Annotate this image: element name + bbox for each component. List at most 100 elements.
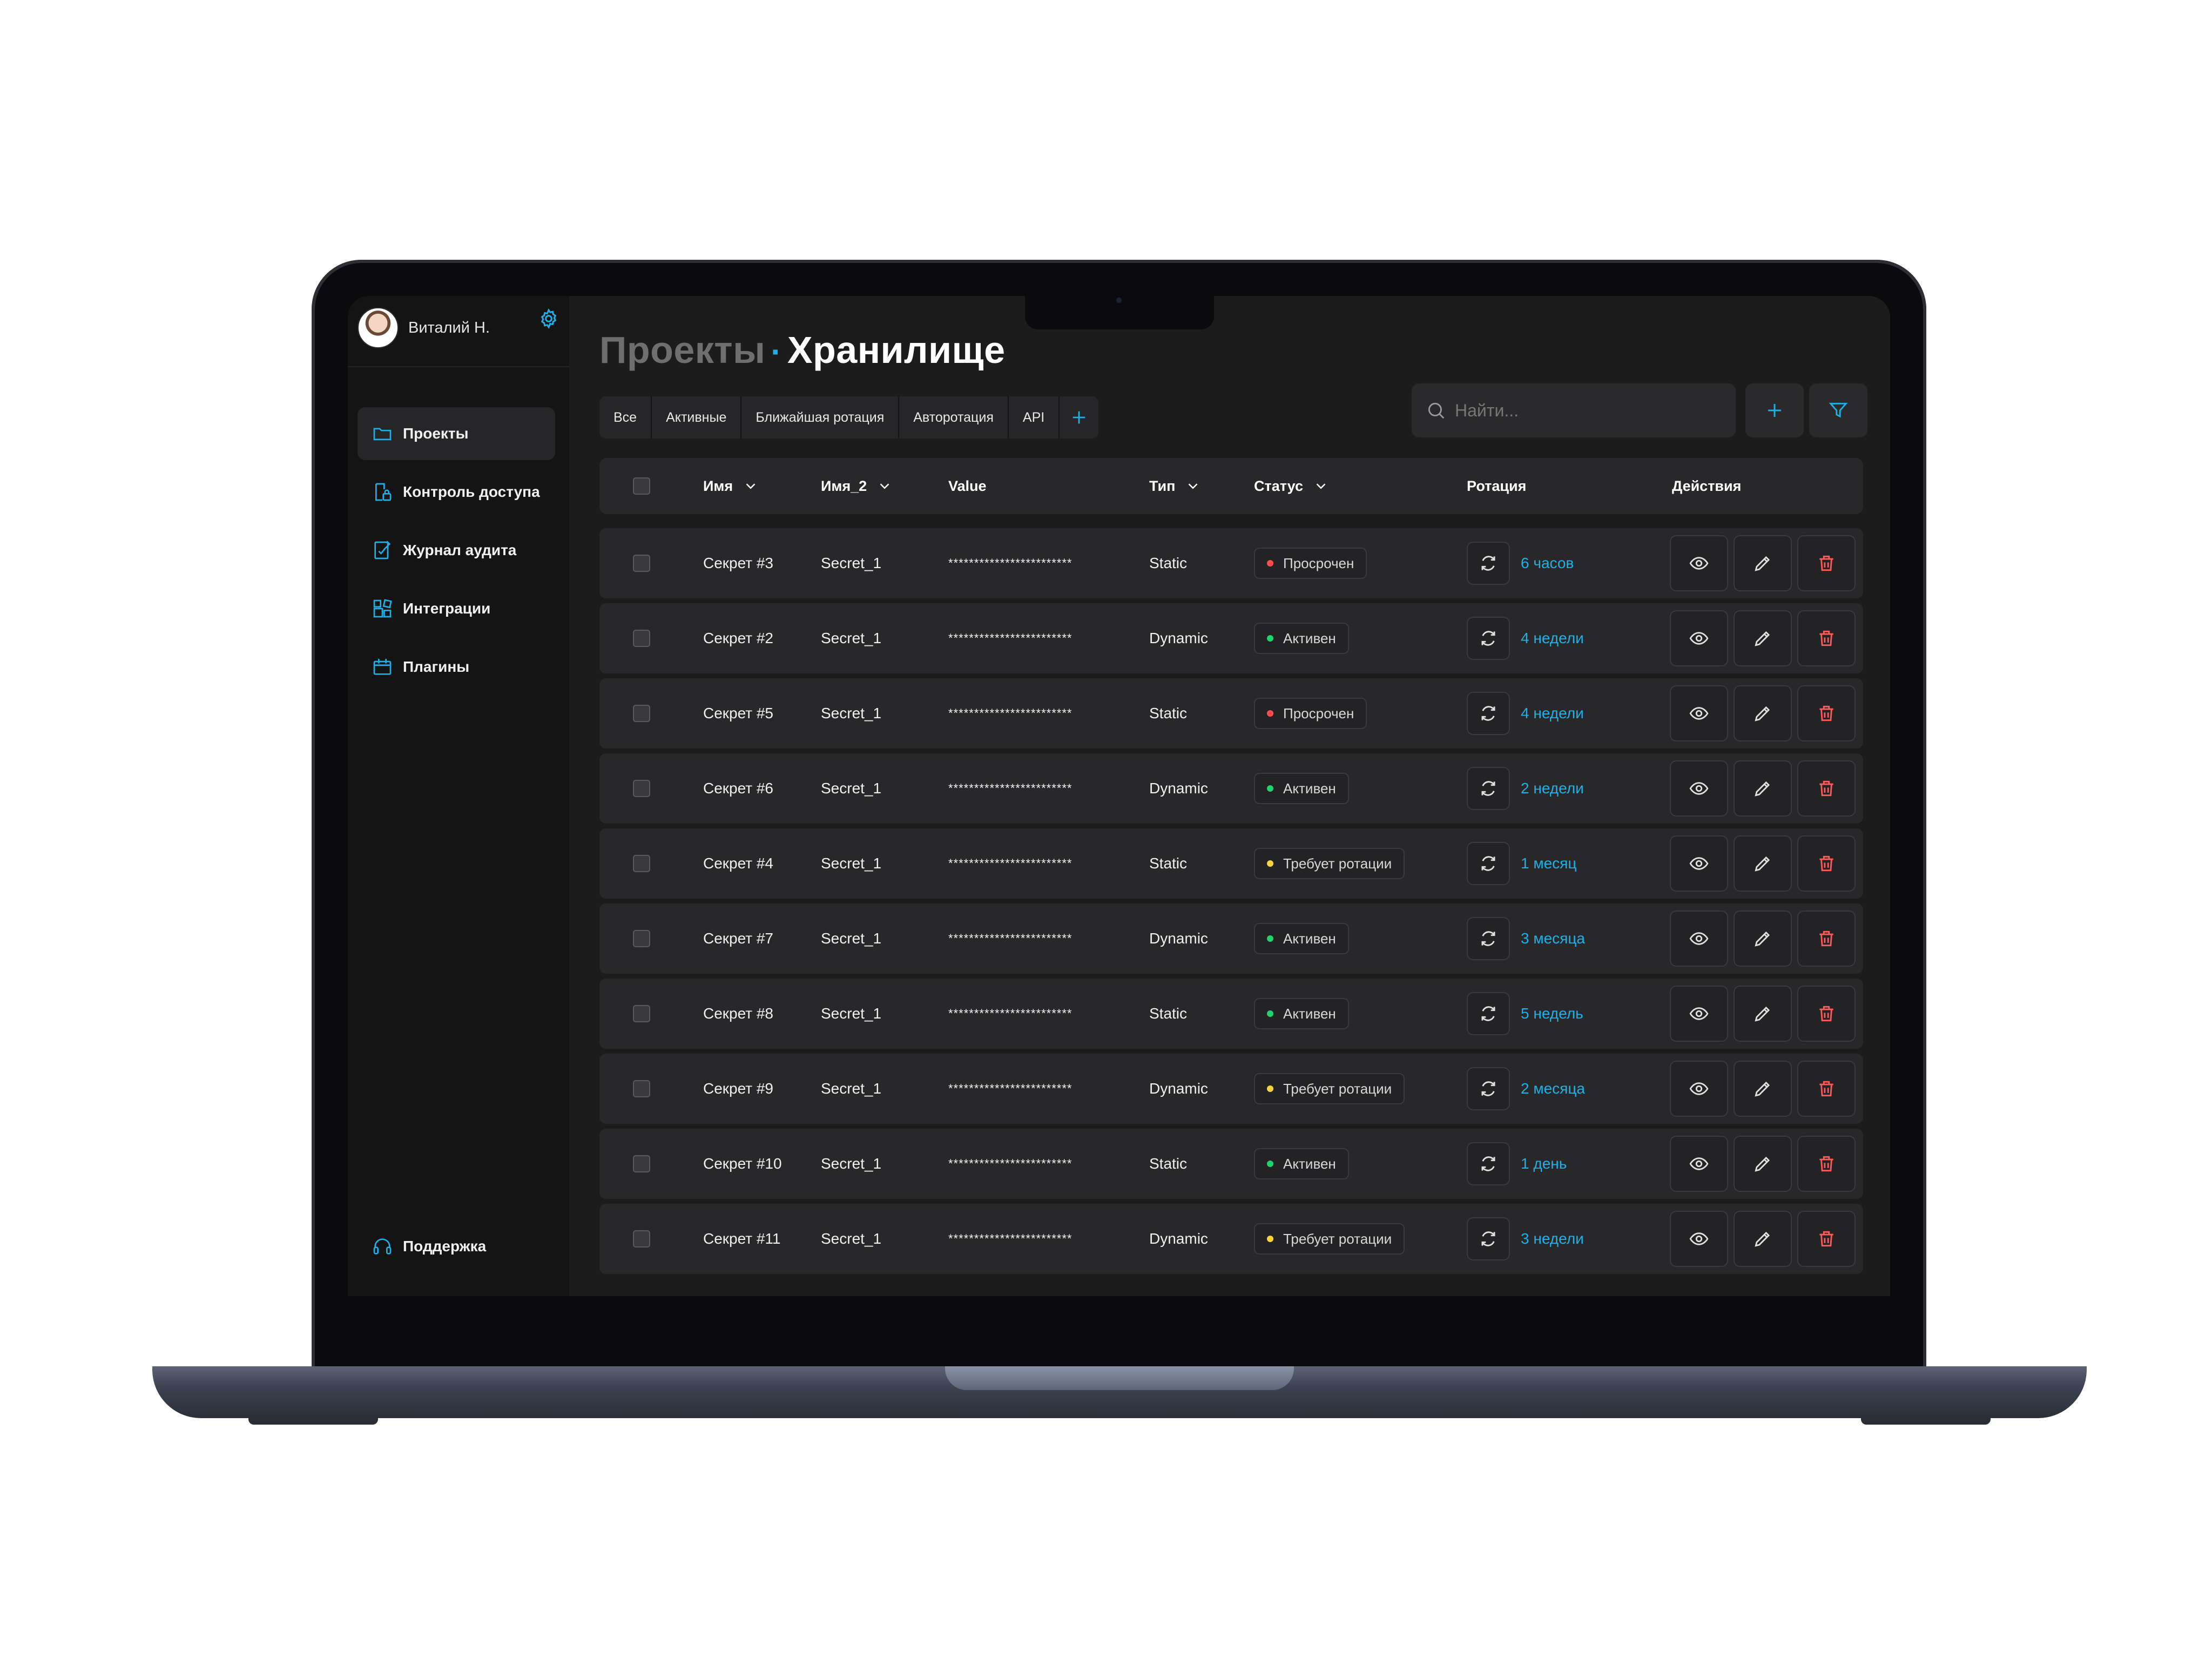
- edit-button[interactable]: [1734, 1211, 1792, 1267]
- view-button[interactable]: [1670, 760, 1728, 817]
- table-row[interactable]: Секрет #10 Secret_1 **********************…: [599, 1129, 1863, 1199]
- rotate-button[interactable]: [1467, 1142, 1510, 1185]
- edit-button[interactable]: [1734, 685, 1792, 741]
- rotate-button[interactable]: [1467, 917, 1510, 960]
- row-checkbox[interactable]: [633, 630, 650, 647]
- sidebar-item-support[interactable]: Поддержка: [372, 1236, 486, 1257]
- delete-button[interactable]: [1797, 835, 1856, 892]
- user-profile[interactable]: Виталий Н.: [358, 307, 563, 348]
- rotate-button[interactable]: [1467, 1217, 1510, 1260]
- rotation-period[interactable]: 4 недели: [1521, 630, 1584, 647]
- delete-button[interactable]: [1797, 610, 1856, 666]
- view-button[interactable]: [1670, 685, 1728, 741]
- rotate-button[interactable]: [1467, 767, 1510, 810]
- sidebar-item-audit-log[interactable]: Журнал аудита: [358, 524, 555, 577]
- view-button[interactable]: [1670, 986, 1728, 1042]
- row-checkbox[interactable]: [633, 1155, 650, 1172]
- row-checkbox[interactable]: [633, 855, 650, 872]
- integrations-icon: [373, 599, 392, 618]
- sidebar-item-integrations[interactable]: Интеграции: [358, 582, 555, 635]
- sidebar-item-plugins[interactable]: Плагины: [358, 640, 555, 693]
- view-button[interactable]: [1670, 835, 1728, 892]
- edit-button[interactable]: [1734, 911, 1792, 967]
- edit-button[interactable]: [1734, 835, 1792, 892]
- view-button[interactable]: [1670, 1061, 1728, 1117]
- tab-api[interactable]: API: [1008, 396, 1060, 439]
- row-select-cell: [633, 603, 650, 673]
- row-checkbox[interactable]: [633, 930, 650, 947]
- edit-button[interactable]: [1734, 1136, 1792, 1192]
- rotation-period[interactable]: 2 недели: [1521, 780, 1584, 797]
- add-tab-button[interactable]: [1060, 396, 1099, 439]
- table-row[interactable]: Секрет #3 Secret_1 ***********************…: [599, 528, 1863, 598]
- delete-button[interactable]: [1797, 760, 1856, 817]
- tab-all[interactable]: Все: [599, 396, 652, 439]
- rotation-period[interactable]: 1 день: [1521, 1155, 1567, 1172]
- delete-button[interactable]: [1797, 535, 1856, 591]
- row-checkbox[interactable]: [633, 705, 650, 722]
- tab-autorotation[interactable]: Авторотация: [899, 396, 1009, 439]
- pencil-icon: [1755, 1006, 1770, 1022]
- delete-button[interactable]: [1797, 986, 1856, 1042]
- delete-button[interactable]: [1797, 1211, 1856, 1267]
- row-checkbox[interactable]: [633, 555, 650, 572]
- status-cell: Просрочен: [1254, 678, 1367, 748]
- edit-button[interactable]: [1734, 1061, 1792, 1117]
- view-button[interactable]: [1670, 1136, 1728, 1192]
- edit-button[interactable]: [1734, 986, 1792, 1042]
- tab-next-rotation[interactable]: Ближайшая ротация: [741, 396, 900, 439]
- row-checkbox[interactable]: [633, 1230, 650, 1247]
- rotation-period[interactable]: 3 месяца: [1521, 930, 1585, 947]
- row-checkbox[interactable]: [633, 1005, 650, 1022]
- edit-button[interactable]: [1734, 610, 1792, 666]
- table-row[interactable]: Секрет #4 Secret_1 ***********************…: [599, 828, 1863, 899]
- table-row[interactable]: Секрет #9 Secret_1 ***********************…: [599, 1054, 1863, 1124]
- table-row[interactable]: Секрет #7 Secret_1 ***********************…: [599, 903, 1863, 974]
- table-row[interactable]: Секрет #8 Secret_1 ***********************…: [599, 979, 1863, 1049]
- delete-button[interactable]: [1797, 1061, 1856, 1117]
- breadcrumb-parent[interactable]: Проекты: [599, 329, 765, 371]
- gear-icon[interactable]: [538, 308, 559, 329]
- column-name-2[interactable]: Имя_2: [821, 458, 893, 514]
- edit-button[interactable]: [1734, 535, 1792, 591]
- trash-icon: [1819, 555, 1833, 571]
- row-checkbox[interactable]: [633, 780, 650, 797]
- column-type[interactable]: Тип: [1149, 458, 1201, 514]
- rotation-period[interactable]: 5 недель: [1521, 1005, 1583, 1022]
- view-button[interactable]: [1670, 535, 1728, 591]
- edit-button[interactable]: [1734, 760, 1792, 817]
- view-button[interactable]: [1670, 911, 1728, 967]
- rotate-button[interactable]: [1467, 1067, 1510, 1110]
- column-status[interactable]: Статус: [1254, 458, 1329, 514]
- select-all-checkbox[interactable]: [633, 477, 650, 495]
- search-input[interactable]: [1454, 400, 1713, 421]
- delete-button[interactable]: [1797, 685, 1856, 741]
- rotate-button[interactable]: [1467, 842, 1510, 885]
- sidebar-item-projects[interactable]: Проекты: [358, 407, 555, 460]
- delete-button[interactable]: [1797, 911, 1856, 967]
- table-row[interactable]: Секрет #5 Secret_1 ***********************…: [599, 678, 1863, 748]
- column-name[interactable]: Имя: [703, 458, 759, 514]
- table-row[interactable]: Секрет #6 Secret_1 ***********************…: [599, 753, 1863, 824]
- rotate-button[interactable]: [1467, 992, 1510, 1035]
- sidebar-item-label: Интеграции: [403, 600, 491, 617]
- secret-value: ************************: [948, 706, 1073, 720]
- rotation-period[interactable]: 6 часов: [1521, 555, 1574, 572]
- rotate-button[interactable]: [1467, 692, 1510, 735]
- filter-button[interactable]: [1809, 383, 1867, 437]
- rotation-period[interactable]: 3 недели: [1521, 1230, 1584, 1247]
- row-checkbox[interactable]: [633, 1080, 650, 1097]
- table-row[interactable]: Секрет #11 Secret_1 **********************…: [599, 1204, 1863, 1274]
- add-secret-button[interactable]: [1745, 383, 1804, 437]
- tab-active[interactable]: Активные: [652, 396, 742, 439]
- delete-button[interactable]: [1797, 1136, 1856, 1192]
- rotation-period[interactable]: 1 месяц: [1521, 855, 1576, 872]
- view-button[interactable]: [1670, 610, 1728, 666]
- sidebar-item-access-control[interactable]: Контроль доступа: [358, 466, 555, 518]
- rotation-period[interactable]: 2 месяца: [1521, 1080, 1585, 1097]
- table-row[interactable]: Секрет #2 Secret_1 ***********************…: [599, 603, 1863, 673]
- rotate-button[interactable]: [1467, 542, 1510, 585]
- view-button[interactable]: [1670, 1211, 1728, 1267]
- rotation-period[interactable]: 4 недели: [1521, 705, 1584, 722]
- rotate-button[interactable]: [1467, 617, 1510, 660]
